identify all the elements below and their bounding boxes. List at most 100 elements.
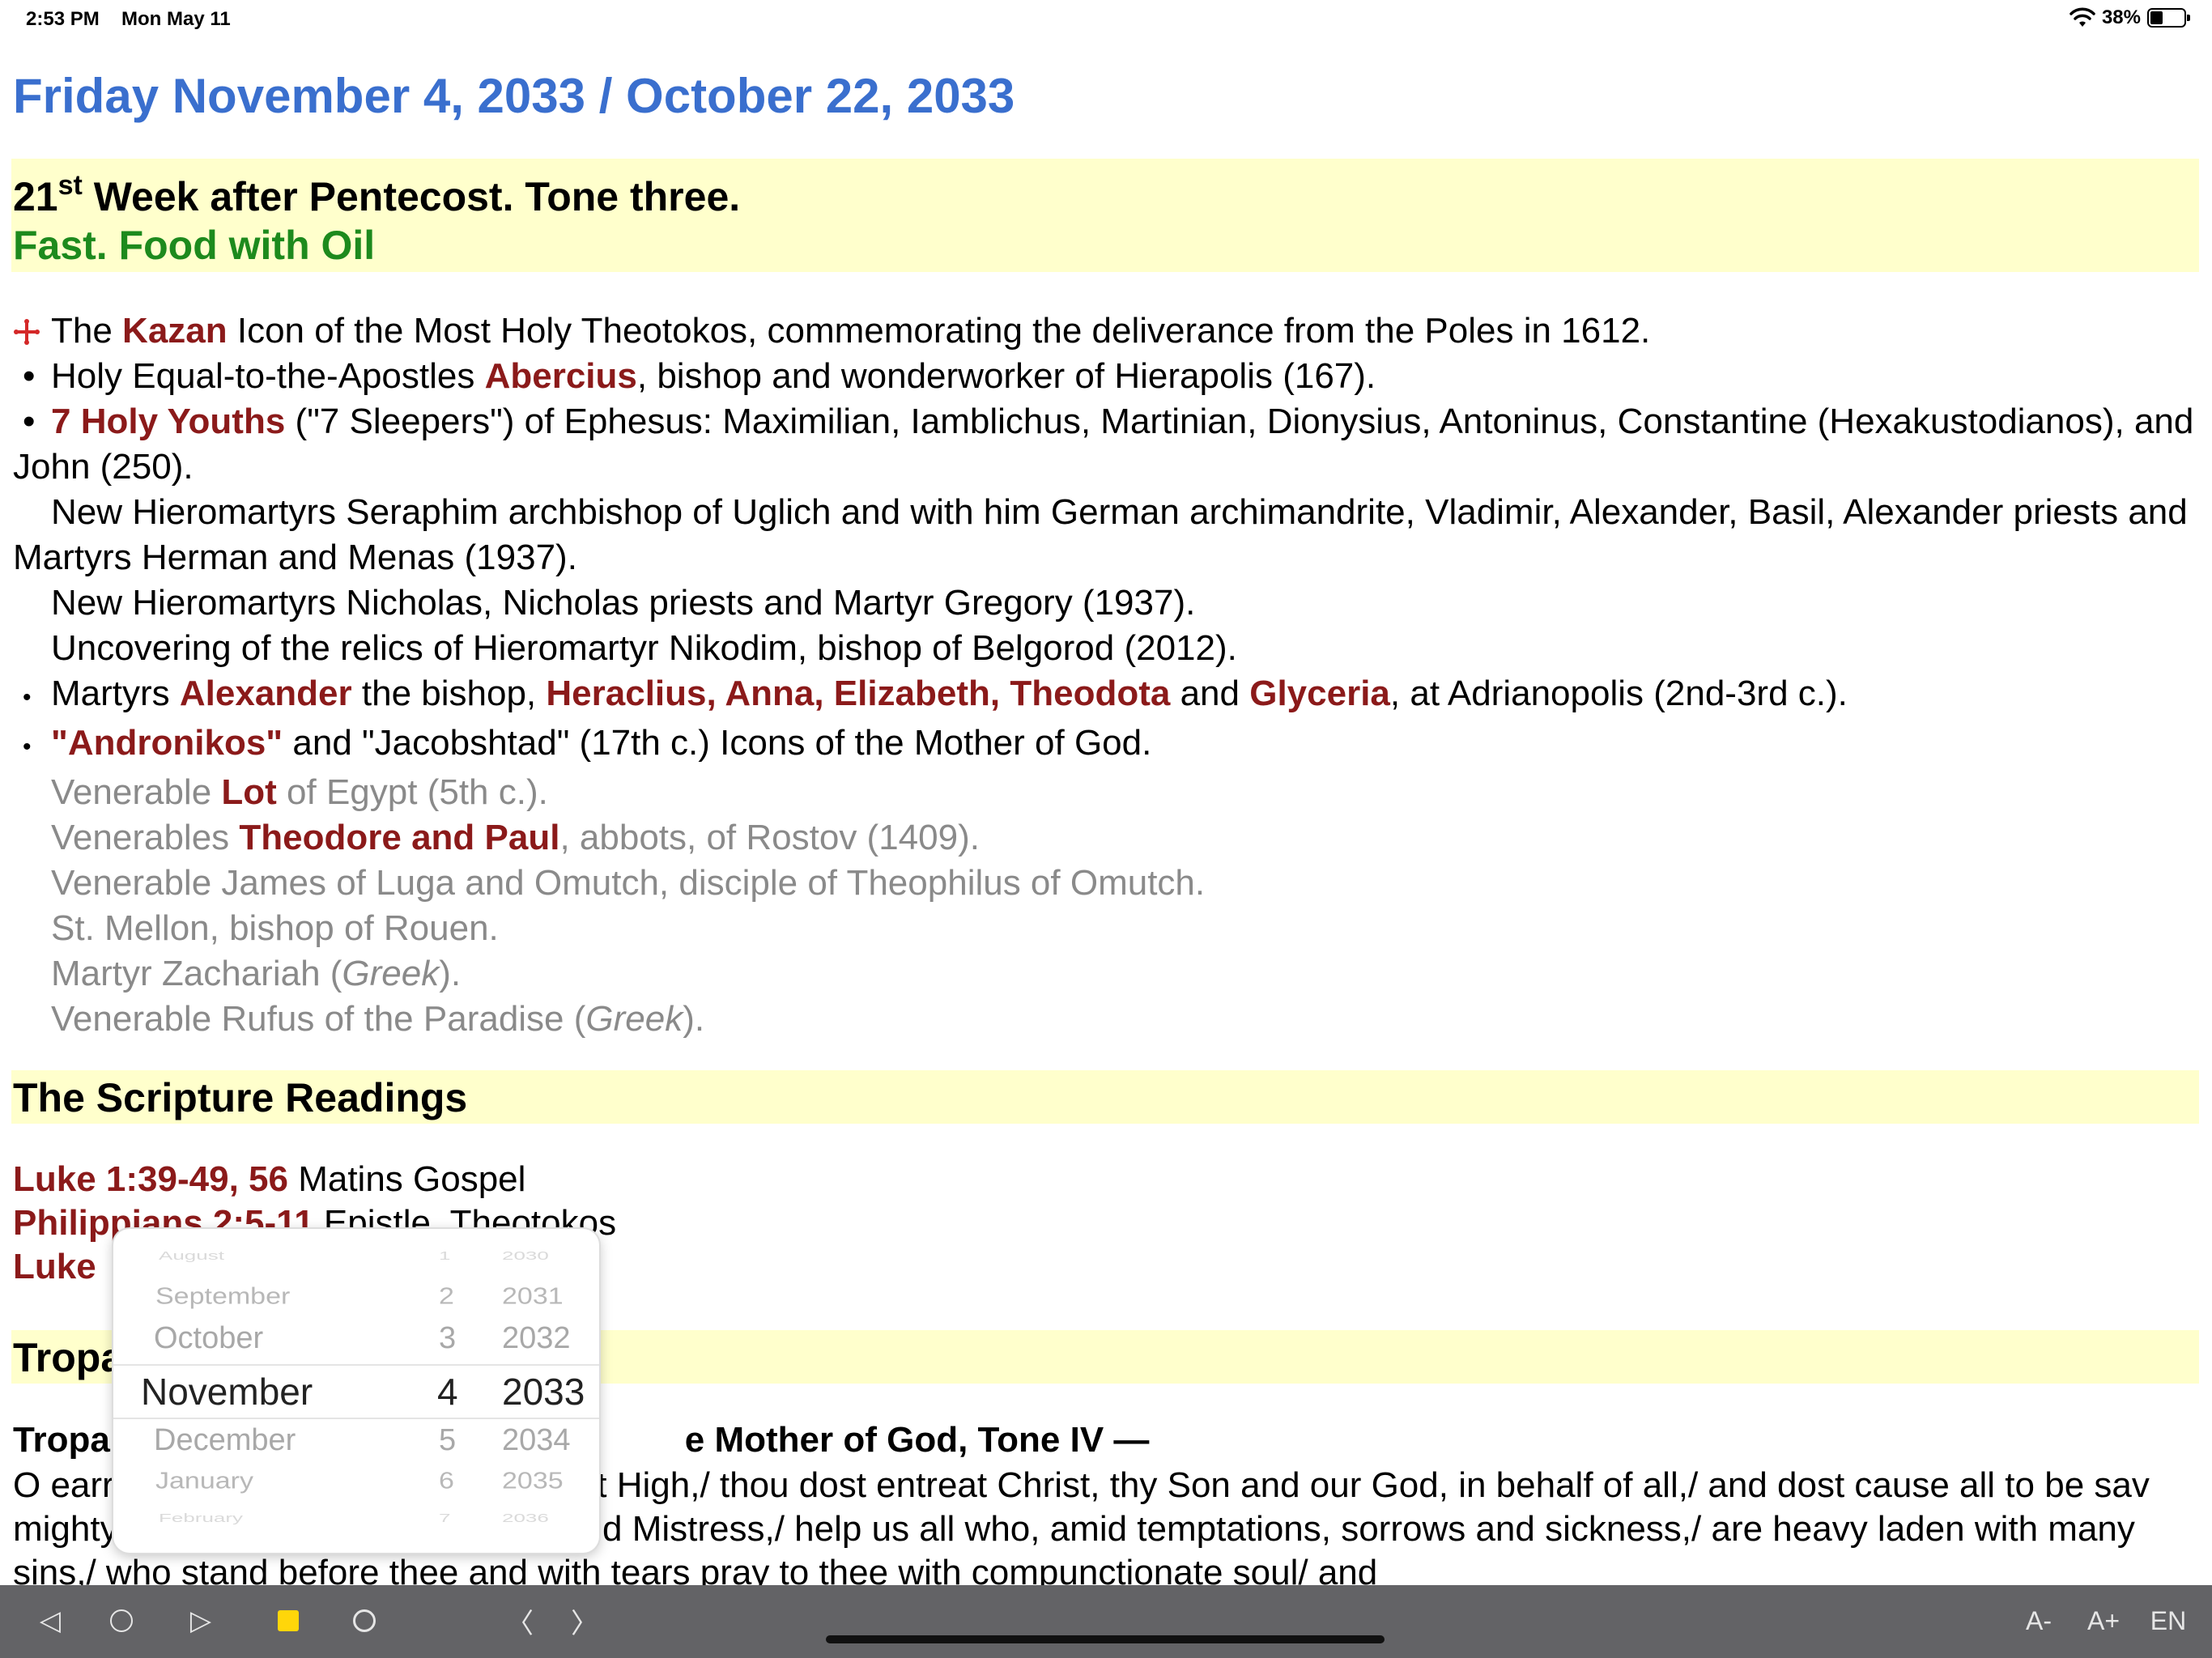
commemoration-entry[interactable]: New Hieromartyrs Nicholas, Nicholas prie… [13,580,2199,626]
forward-button[interactable]: ▷ [183,1603,219,1639]
picker-year-option[interactable]: 2036 [502,1511,599,1525]
picker-year-option[interactable]: 2032 [502,1321,599,1356]
commemoration-entry[interactable]: Venerable Lot of Egypt (5th c.). [13,770,2199,815]
picker-month-option[interactable]: January [113,1468,453,1494]
picker-year-option[interactable]: 2033 [502,1370,599,1414]
saint-name[interactable]: Abercius [485,356,637,396]
commemoration-entry[interactable]: • "Andronikos" and "Jacobshtad" (17th c.)… [13,721,2199,770]
entry-text: and [1170,674,1250,713]
saint-name[interactable]: Glyceria [1249,674,1390,713]
date-picker[interactable]: August September October November December Ja… [113,1229,599,1553]
week-ordinal-suffix: st [57,170,83,201]
commemoration-entry[interactable]: St. Mellon, bishop of Rouen. [13,906,2199,951]
commemoration-entry[interactable]: Martyr Zachariah (Greek). [13,951,2199,997]
saint-name[interactable]: Lot [221,772,276,812]
picker-day-option[interactable]: 1 [437,1249,510,1263]
saint-name[interactable]: Alexander [180,674,352,713]
picker-month-option[interactable]: August [113,1249,453,1263]
battery-percent: 38% [2101,6,2141,28]
picker-day-option[interactable]: 4 [437,1370,510,1414]
commemoration-entry[interactable]: • Martyrs Alexander the bishop, Heraclius… [13,671,2199,721]
saint-name[interactable]: 7 Holy Youths [51,402,285,441]
entry-text: Venerable Rufus of the Paradise ( [51,999,586,1039]
reading-line[interactable]: Luke 1:39-49, 56 Matins Gospel [13,1158,616,1201]
calendar-mode-button[interactable] [347,1603,382,1639]
commemoration-entry[interactable]: Uncovering of the relics of Hieromartyr … [13,626,2199,671]
picker-day-option[interactable]: 7 [437,1511,510,1525]
back-icon: ◁ [39,1605,62,1636]
feast-marker: • [13,721,51,770]
chevron-left-icon: 〈 [506,1608,534,1639]
home-indicator[interactable] [826,1635,1385,1643]
entry-text: The [51,311,123,351]
entry-text: ("7 Sleepers") of Ephesus: Maximilian, I… [13,402,2194,487]
picker-year-wheel[interactable]: 2030 2031 2032 2033 2034 2035 2036 [502,1229,599,1553]
entry-text: , bishop and wonderworker of Hierapolis … [636,356,1376,396]
entry-text: and "Jacobshtad" (17th c.) Icons of the … [283,723,1152,763]
entry-text: Greek [342,954,440,993]
picker-month-option[interactable]: November [113,1370,453,1414]
picker-year-option[interactable]: 2035 [502,1468,599,1494]
commemoration-entry[interactable]: Venerable James of Luga and Omutch, disc… [13,861,2199,906]
readings-title: The Scripture Readings [13,1075,468,1120]
commemoration-entry[interactable]: • Holy Equal-to-the-Apostles Abercius, bi… [13,354,2199,399]
fast-rule: Fast. Food with Oil [13,223,376,268]
saint-name[interactable]: Kazan [122,311,228,351]
saint-name[interactable]: Theodore and Paul [239,818,559,857]
reading-description: Matins Gospel [287,1159,526,1199]
feast-marker: • [13,399,51,444]
picker-month-option[interactable]: December [113,1423,453,1458]
picker-month-option[interactable]: February [113,1511,453,1525]
entry-text: St. Mellon, bishop of Rouen. [51,908,499,948]
reading-reference[interactable]: Luke [13,1247,96,1286]
next-day-button[interactable]: 〉 [567,1603,602,1639]
picker-month-option[interactable]: September [113,1283,453,1310]
font-increase-button[interactable]: A+ [2079,1603,2128,1639]
language-button[interactable]: EN [2144,1603,2193,1639]
entry-text: Venerable [51,772,222,812]
cross-icon [14,319,40,345]
commemoration-entry[interactable]: • 7 Holy Youths ("7 Sleepers") of Ephesus… [13,399,2199,490]
page-title[interactable]: Friday November 4, 2033 / October 22, 20… [13,68,1015,124]
commemoration-entry[interactable]: New Hieromartyrs Seraphim archbishop of … [13,490,2199,580]
commemoration-entry[interactable]: Venerables Theodore and Paul, abbots, of… [13,815,2199,861]
troparia-title: Tropa [13,1335,124,1380]
picker-month-wheel[interactable]: August September October November December Ja… [113,1229,453,1553]
saint-name[interactable]: Heraclius, Anna, Elizabeth, Theodota [546,674,1170,713]
entry-text: , at Adrianopolis (2nd-3rd c.). [1389,674,1848,713]
week-text: Week after Pentecost. Tone three. [82,174,741,219]
reading-reference[interactable]: Luke 1:39-49, 56 [13,1159,288,1199]
saint-name[interactable]: "Andronikos" [51,723,283,763]
entry-text: ). [439,954,462,993]
entry-text: the bishop, [351,674,547,713]
commemorations-list: The Kazan Icon of the Most Holy Theotoko… [13,308,2199,1042]
picker-day-option[interactable]: 2 [437,1283,510,1310]
small-bullet-icon: • [23,733,32,760]
status-bar: 2:53 PM Mon May 11 38% [0,0,2212,39]
entry-text: Martyr Zachariah ( [51,954,342,993]
bookmark-button[interactable] [270,1603,306,1639]
commemoration-entry[interactable]: The Kazan Icon of the Most Holy Theotoko… [13,308,2199,354]
forward-icon: ▷ [189,1605,212,1636]
feast-marker: • [13,354,51,399]
back-button[interactable]: ◁ [32,1603,68,1639]
today-button[interactable] [104,1603,139,1639]
commemoration-entry[interactable]: Venerable Rufus of the Paradise (Greek). [13,997,2199,1042]
ring-icon [353,1609,376,1632]
font-decrease-button[interactable]: A- [2014,1603,2063,1639]
picker-year-option[interactable]: 2034 [502,1423,599,1458]
picker-day-wheel[interactable]: 1 2 3 4 5 6 7 [437,1229,510,1553]
small-bullet-icon: • [23,684,32,711]
picker-year-option[interactable]: 2030 [502,1249,599,1263]
previous-day-button[interactable]: 〈 [502,1603,538,1639]
feast-marker [13,308,51,354]
battery-fill [2150,11,2163,24]
yellow-square-icon [278,1610,299,1631]
picker-month-option[interactable]: October [113,1321,453,1356]
status-date: Mon May 11 [121,8,231,30]
picker-day-option[interactable]: 5 [437,1423,510,1458]
picker-day-option[interactable]: 6 [437,1468,510,1494]
entry-text: Icon of the Most Holy Theotokos, commemo… [227,311,1651,351]
picker-year-option[interactable]: 2031 [502,1283,599,1310]
picker-day-option[interactable]: 3 [437,1321,510,1356]
